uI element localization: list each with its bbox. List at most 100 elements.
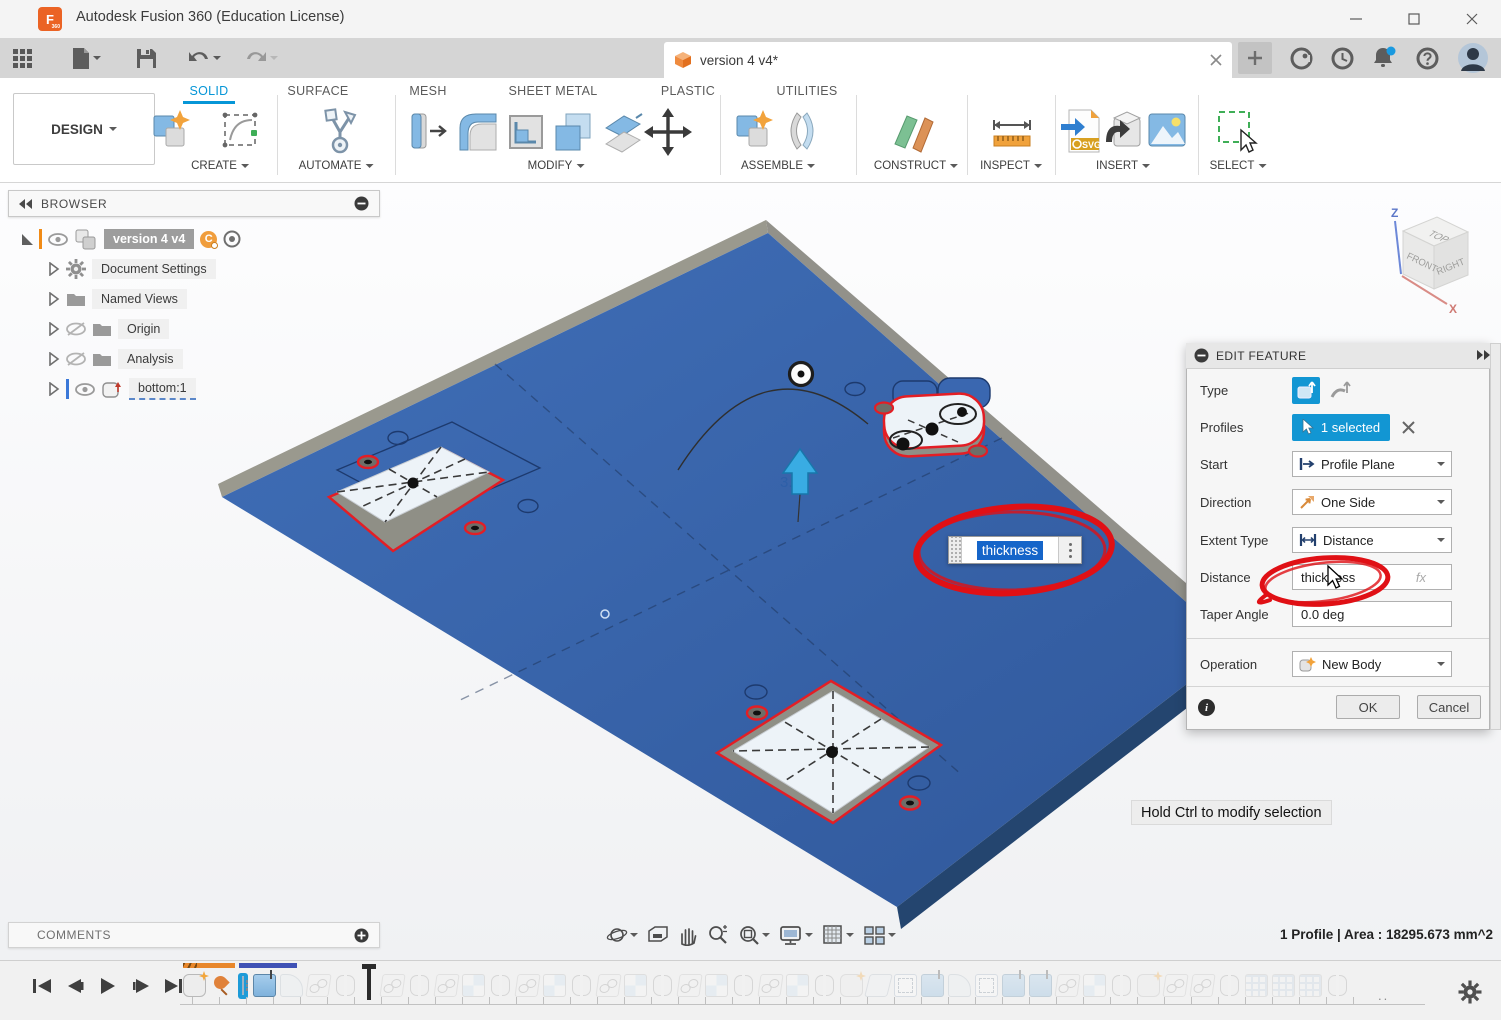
insert-group-label[interactable]: INSERT — [1096, 160, 1150, 172]
create-sketch-tool-icon[interactable] — [220, 108, 266, 154]
browser-row-bottom-body[interactable]: bottom:1 — [48, 376, 196, 402]
sketch-point[interactable] — [601, 610, 609, 618]
browser-row-named-views[interactable]: Named Views — [48, 286, 187, 312]
construct-group-label[interactable]: CONSTRUCT — [874, 160, 958, 172]
sketch-feature-icon[interactable] — [894, 974, 917, 997]
step-back-button[interactable] — [63, 975, 87, 997]
view-cube[interactable]: Z X TOP FRONT RIGHT — [1385, 205, 1485, 317]
play-button[interactable] — [96, 975, 120, 997]
browser-row-origin[interactable]: Origin — [48, 316, 169, 342]
help-icon[interactable] — [1416, 47, 1439, 70]
comp-feature-icon[interactable] — [543, 974, 566, 997]
extent-type-select[interactable]: Distance — [1292, 527, 1452, 553]
extrude-thin-type-button[interactable] — [1326, 377, 1354, 404]
fillet-feature-icon[interactable] — [948, 974, 971, 997]
joint-feature-icon[interactable] — [570, 974, 593, 997]
capture-position-badge[interactable]: C — [200, 231, 217, 248]
inspect-group-label[interactable]: INSPECT — [980, 160, 1042, 172]
fillet-feature-icon[interactable] — [280, 974, 303, 997]
extrude-feature-icon[interactable] — [253, 974, 276, 997]
joint-feature-icon[interactable] — [1326, 974, 1349, 997]
joint-feature-icon[interactable] — [334, 974, 357, 997]
link-feature-icon[interactable] — [433, 974, 459, 997]
go-to-start-button[interactable] — [30, 975, 54, 997]
document-tab-close-icon[interactable] — [1210, 54, 1222, 66]
new-document-tab-button[interactable] — [1238, 42, 1272, 74]
pan-button[interactable] — [676, 923, 700, 948]
user-avatar[interactable] — [1457, 42, 1489, 74]
new-body-tool-icon[interactable] — [150, 108, 194, 154]
measure-tool-icon[interactable] — [988, 108, 1036, 156]
browser-item-label[interactable]: Named Views — [92, 289, 187, 309]
joint-feature-icon[interactable] — [813, 974, 836, 997]
dialog-minus-icon[interactable] — [1194, 348, 1209, 363]
close-button[interactable] — [1443, 0, 1501, 38]
sketch-feature-icon[interactable] — [242, 976, 244, 995]
automate-group-label[interactable]: AUTOMATE — [299, 160, 374, 172]
hole[interactable] — [969, 446, 987, 457]
operation-select[interactable]: New Body — [1292, 651, 1452, 677]
zoom-button[interactable] — [705, 922, 731, 948]
notifications-bell-icon[interactable] — [1372, 46, 1398, 70]
joint-feature-icon[interactable] — [489, 974, 512, 997]
pattern-feature-icon[interactable] — [1245, 974, 1268, 997]
minimize-button[interactable] — [1327, 0, 1385, 38]
move-tool-icon[interactable] — [644, 108, 692, 156]
root-component-name[interactable]: version 4 v4 — [104, 229, 194, 249]
joint-feature-icon[interactable] — [651, 974, 674, 997]
start-select[interactable]: Profile Plane — [1292, 451, 1452, 477]
assemble-group-label[interactable]: ASSEMBLE — [741, 160, 815, 172]
dialog-header[interactable]: EDIT FEATURE — [1186, 343, 1490, 369]
tab-mesh[interactable]: MESH — [409, 84, 446, 98]
dialog-dock-arrows-icon[interactable] — [1476, 348, 1492, 362]
select-group-label[interactable]: SELECT — [1210, 160, 1267, 172]
direction-select[interactable]: One Side — [1292, 489, 1452, 515]
undo-button[interactable] — [183, 44, 226, 72]
clear-selection-icon[interactable] — [1402, 421, 1415, 434]
body-feature-icon[interactable] — [1137, 974, 1160, 997]
expanded-arrow-icon[interactable] — [22, 234, 33, 245]
browser-item-label[interactable]: Document Settings — [92, 259, 216, 279]
document-tab[interactable]: version 4 v4* — [664, 42, 1232, 78]
timeline-group-bar-blue[interactable] — [239, 963, 297, 968]
collapsed-arrow-icon[interactable] — [48, 322, 60, 336]
joint-feature-icon[interactable] — [732, 974, 755, 997]
maximize-button[interactable] — [1385, 0, 1443, 38]
new-component-tool-icon[interactable] — [733, 108, 777, 154]
link-feature-icon[interactable] — [305, 974, 331, 997]
timeline-settings-gear-icon[interactable] — [1458, 980, 1482, 1004]
link-feature-icon[interactable] — [379, 974, 405, 997]
job-status-clock-icon[interactable] — [1331, 47, 1354, 70]
link-feature-icon[interactable] — [757, 974, 783, 997]
look-at-button[interactable] — [645, 923, 671, 947]
activate-radio-icon[interactable] — [223, 230, 241, 248]
profiles-selection-button[interactable]: 1 selected — [1292, 414, 1390, 441]
comp-feature-icon[interactable] — [1083, 974, 1106, 997]
visibility-off-eye-icon[interactable] — [66, 352, 86, 366]
orbit-button[interactable] — [604, 922, 640, 948]
browser-item-label[interactable]: Origin — [118, 319, 169, 339]
redo-button[interactable] — [240, 44, 283, 72]
tab-solid[interactable]: SOLID — [189, 84, 228, 98]
fit-button[interactable] — [736, 922, 772, 948]
link-feature-icon[interactable] — [514, 974, 540, 997]
dialog-info-icon[interactable]: i — [1198, 699, 1215, 716]
visibility-eye-icon[interactable] — [48, 233, 68, 246]
pin-feature-icon[interactable] — [210, 974, 233, 997]
tab-plastic[interactable]: PLASTIC — [661, 84, 715, 98]
extrude-type-button[interactable] — [1292, 377, 1320, 404]
distance-input[interactable] — [1292, 564, 1452, 590]
workspace-selector[interactable]: DESIGN — [13, 93, 155, 165]
create-group-label[interactable]: CREATE — [191, 160, 249, 172]
visibility-off-eye-icon[interactable] — [66, 322, 86, 336]
body-feature-icon[interactable] — [183, 974, 206, 997]
link-feature-icon[interactable] — [676, 974, 702, 997]
extrude-feature-icon[interactable] — [921, 974, 944, 997]
insert-svg-tool-icon[interactable]: SVG — [1059, 108, 1103, 156]
joint-feature-icon[interactable] — [408, 974, 431, 997]
display-settings-button[interactable] — [777, 923, 815, 948]
insert-derive-tool-icon[interactable] — [1102, 108, 1146, 154]
sketch-feature-icon[interactable] — [975, 974, 998, 997]
plane-feature-icon[interactable] — [864, 974, 893, 997]
tab-surface[interactable]: SURFACE — [287, 84, 348, 98]
